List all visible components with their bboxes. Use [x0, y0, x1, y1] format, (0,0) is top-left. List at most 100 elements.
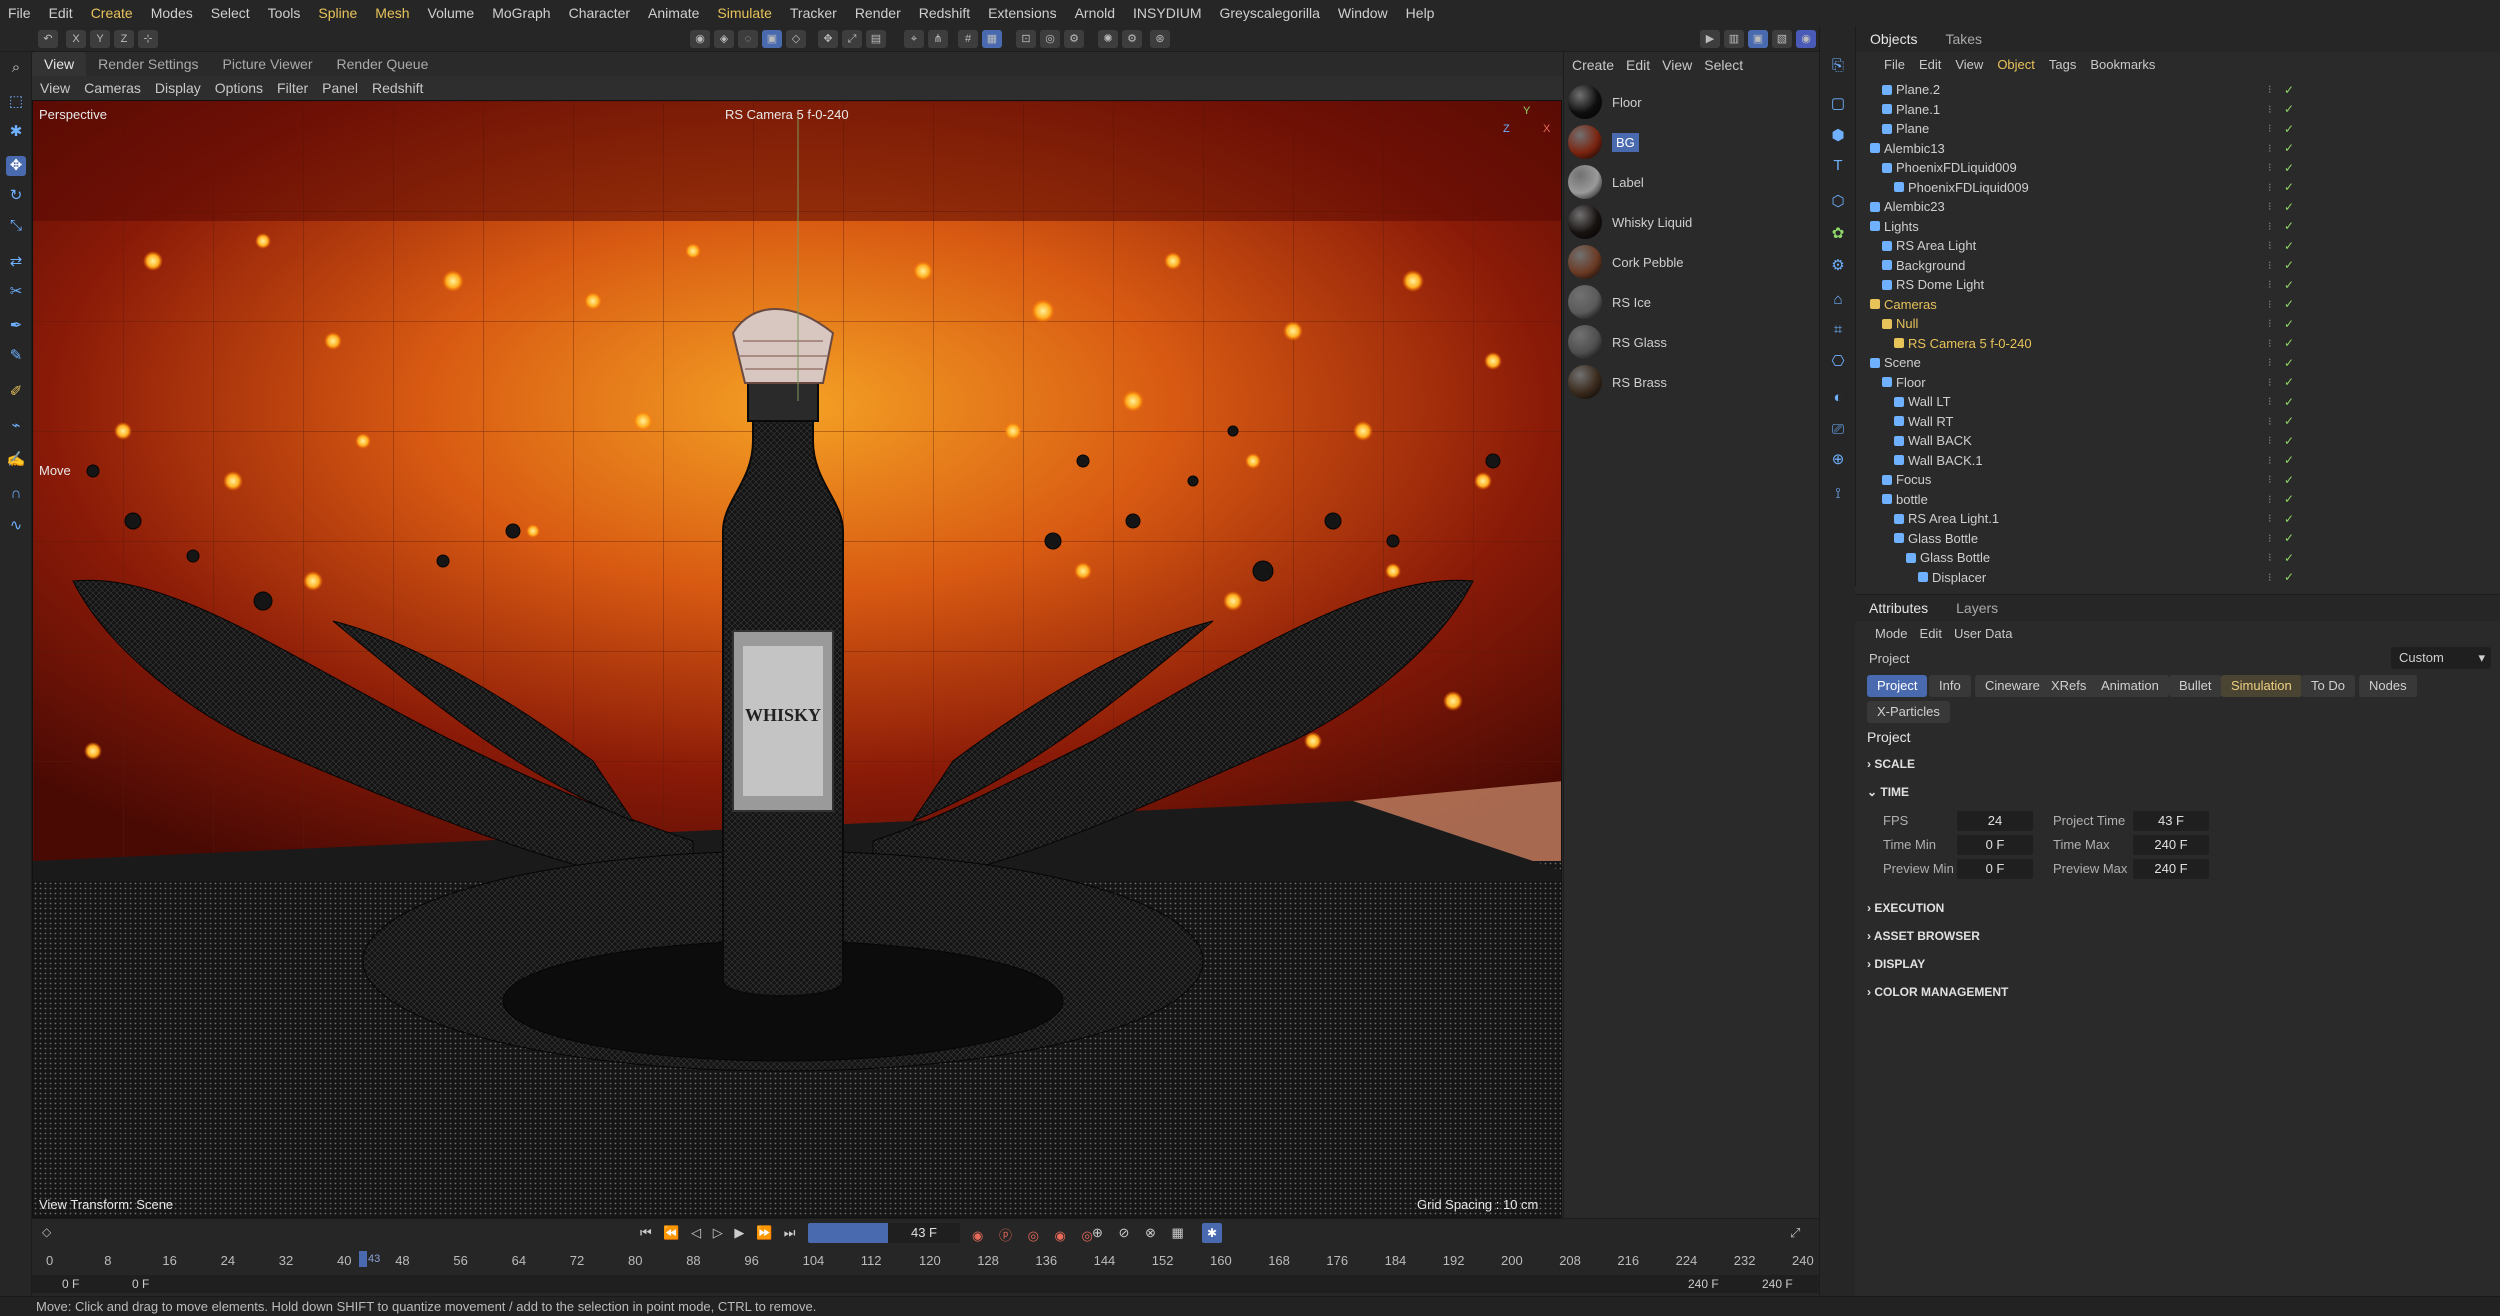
select-tool-icon[interactable]: ⬚ [6, 92, 26, 112]
menu-help[interactable]: Help [1406, 5, 1435, 21]
menu-window[interactable]: Window [1338, 5, 1388, 21]
attribute-tab-nodes[interactable]: Nodes [2359, 675, 2417, 697]
brush-tool-icon[interactable]: ✐ [6, 382, 26, 402]
range-start-field[interactable]: 0 F [62, 1277, 79, 1291]
undo-icon[interactable]: ↶ [38, 30, 58, 48]
enable-check-icon[interactable]: ✓ [2284, 258, 2294, 272]
key-controls[interactable]: ⊕ ⊘ ⊗ ▦ [1092, 1225, 1190, 1241]
enable-check-icon[interactable]: ✓ [2284, 492, 2294, 506]
scale-tool-icon[interactable]: ⤡ [6, 216, 26, 236]
current-frame-field[interactable]: 43 F [888, 1223, 960, 1243]
time-max-field[interactable]: 240 F [2133, 835, 2209, 855]
material-item[interactable]: Label [1568, 164, 1816, 200]
object-row[interactable]: Background ⁝ ✓ [1856, 256, 2500, 276]
solo-icon[interactable]: ◎ [1040, 30, 1060, 48]
visibility-toggle[interactable]: ⁝ [2268, 278, 2272, 291]
material-item[interactable]: RS Brass [1568, 364, 1816, 400]
perspective-label[interactable]: Perspective [39, 107, 107, 122]
axis-z-button[interactable]: Z [114, 30, 134, 48]
enable-check-icon[interactable]: ✓ [2284, 512, 2294, 526]
viewport-menu-cameras[interactable]: Cameras [84, 80, 141, 96]
render-icon[interactable]: ⊕ [1828, 450, 1848, 470]
preview-max-field[interactable]: 240 F [2133, 859, 2209, 879]
section-scale[interactable]: › SCALE [1867, 757, 1915, 771]
visibility-toggle[interactable]: ⁝ [2268, 161, 2272, 174]
object-row[interactable]: Glass Bottle ⁝ ✓ [1856, 529, 2500, 549]
spline-tool-icon[interactable]: ∿ [6, 516, 26, 536]
material-menu-select[interactable]: Select [1704, 57, 1743, 73]
workplane-icon[interactable]: ▦ [982, 30, 1002, 48]
enable-check-icon[interactable]: ✓ [2284, 570, 2294, 584]
section-execution[interactable]: › EXECUTION [1867, 901, 1944, 915]
auto-key-icon[interactable]: ✱ [1202, 1223, 1222, 1243]
attribute-tab-xrefs[interactable]: XRefs [2041, 675, 2097, 697]
visibility-toggle[interactable]: ⁝ [2268, 298, 2272, 311]
object-row[interactable]: Wall BACK ⁝ ✓ [1856, 431, 2500, 451]
visibility-toggle[interactable]: ⁝ [2268, 512, 2272, 525]
object-menu-view[interactable]: View [1955, 57, 1983, 72]
material-menu-view[interactable]: View [1662, 57, 1692, 73]
render-picture-viewer-icon[interactable]: ▣ [1748, 30, 1768, 48]
object-row[interactable]: Scene ⁝ ✓ [1856, 353, 2500, 373]
menu-redshift[interactable]: Redshift [919, 5, 970, 21]
sculpt-tool-icon[interactable]: ✍ [6, 450, 26, 470]
menu-insydium[interactable]: INSYDIUM [1133, 5, 1201, 21]
material-item[interactable]: Cork Pebble [1568, 244, 1816, 280]
object-row[interactable]: Cameras ⁝ ✓ [1856, 295, 2500, 315]
enable-check-icon[interactable]: ✓ [2284, 375, 2294, 389]
enable-check-icon[interactable]: ✓ [2284, 395, 2294, 409]
viewport-menu-options[interactable]: Options [215, 80, 263, 96]
object-menu-object[interactable]: Object [1997, 57, 2035, 72]
attribute-tab-bullet[interactable]: Bullet [2169, 675, 2222, 697]
enable-check-icon[interactable]: ✓ [2284, 414, 2294, 428]
edges-mode-icon[interactable]: ◇ [786, 30, 806, 48]
menu-animate[interactable]: Animate [648, 5, 699, 21]
visibility-toggle[interactable]: ⁝ [2268, 122, 2272, 135]
search-icon[interactable]: ⌕ [6, 58, 26, 78]
settings-icon[interactable]: ⚙ [1064, 30, 1084, 48]
hair-icon[interactable]: ⊛ [1150, 30, 1170, 48]
visibility-toggle[interactable]: ⁝ [2268, 259, 2272, 272]
tab-view[interactable]: View [32, 52, 87, 76]
visibility-toggle[interactable]: ⁝ [2268, 83, 2272, 96]
object-row[interactable]: RS Camera 5 f-0-240 ⁝ ✓ [1856, 334, 2500, 354]
visibility-toggle[interactable]: ⁝ [2268, 317, 2272, 330]
object-row[interactable]: Plane.1 ⁝ ✓ [1856, 100, 2500, 120]
tag-icon[interactable]: ⌂ [1828, 290, 1848, 310]
visibility-toggle[interactable]: ⁝ [2268, 532, 2272, 545]
section-asset-browser[interactable]: › ASSET BROWSER [1867, 929, 1980, 943]
visibility-toggle[interactable]: ⁝ [2268, 493, 2272, 506]
object-row[interactable]: Focus ⁝ ✓ [1856, 470, 2500, 490]
knife-tool-icon[interactable]: ✂ [6, 282, 26, 302]
redshift-icon[interactable]: ◉ [1796, 30, 1816, 48]
menu-create[interactable]: Create [91, 5, 133, 21]
object-row[interactable]: Alembic13 ⁝ ✓ [1856, 139, 2500, 159]
keyframe-icon[interactable]: ◇ [42, 1225, 58, 1241]
axis-x-button[interactable]: X [66, 30, 86, 48]
preview-min-field[interactable]: 0 F [1957, 859, 2033, 879]
timeline[interactable]: ◇ ⏮ ⏪ ◁ ▷ ▶ ⏩ ⏭ 43 F ◉ ⓟ ◎ ◉ ◎ ⊕ ⊘ ⊗ ▦ ✱… [32, 1218, 1819, 1296]
tab-picture-viewer[interactable]: Picture Viewer [211, 52, 325, 76]
particles-icon[interactable]: ✺ [1098, 30, 1118, 48]
move-tool-icon[interactable]: ✥ [6, 156, 26, 176]
attribute-tab-animation[interactable]: Animation [2091, 675, 2169, 697]
viewport-menu-display[interactable]: Display [155, 80, 201, 96]
object-row[interactable]: PhoenixFDLiquid009 ⁝ ✓ [1856, 178, 2500, 198]
object-row[interactable]: bottle ⁝ ✓ [1856, 490, 2500, 510]
object-row[interactable]: PhoenixFDLiquid009 ⁝ ✓ [1856, 158, 2500, 178]
visibility-toggle[interactable]: ⁝ [2268, 200, 2272, 213]
tab-layers[interactable]: Layers [1942, 596, 2012, 620]
hierarchy-icon[interactable]: ⟟ [1828, 484, 1848, 504]
object-row[interactable]: Lights ⁝ ✓ [1856, 217, 2500, 237]
time-min-field[interactable]: 0 F [1957, 835, 2033, 855]
visibility-toggle[interactable]: ⁝ [2268, 454, 2272, 467]
menu-file[interactable]: File [8, 5, 31, 21]
enable-check-icon[interactable]: ✓ [2284, 356, 2294, 370]
viewport-menu-panel[interactable]: Panel [322, 80, 358, 96]
expand-timeline-icon[interactable]: ⤢ [1790, 1225, 1800, 1241]
text-icon[interactable]: T [1828, 156, 1848, 176]
object-row[interactable]: RS Area Light ⁝ ✓ [1856, 236, 2500, 256]
sketch-tool-icon[interactable]: ✎ [6, 346, 26, 366]
menu-arnold[interactable]: Arnold [1075, 5, 1115, 21]
object-row[interactable]: Plane.2 ⁝ ✓ [1856, 80, 2500, 100]
